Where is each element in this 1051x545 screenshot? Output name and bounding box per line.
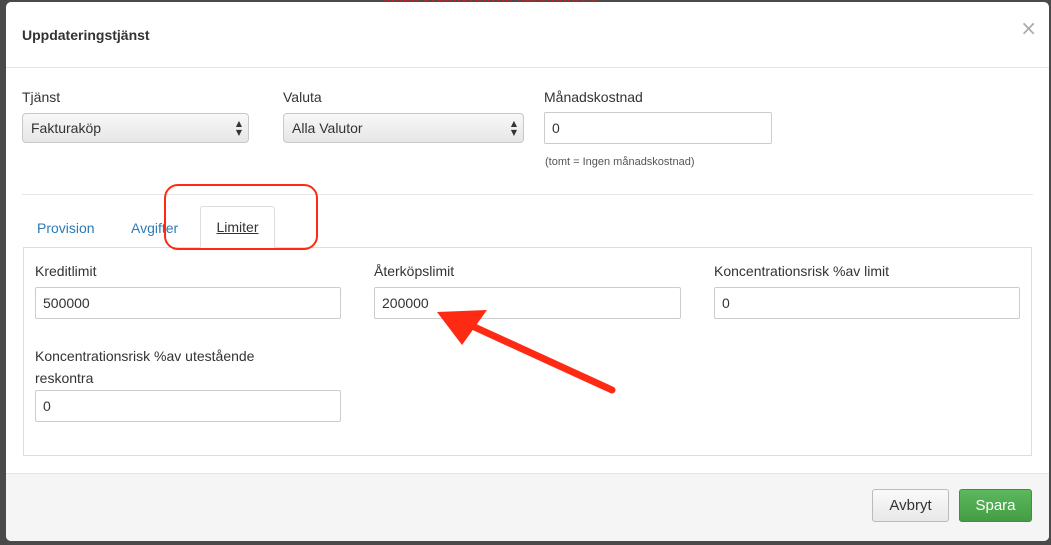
- buyback-limit-input[interactable]: 200000: [374, 287, 681, 319]
- currency-label: Valuta: [283, 89, 322, 105]
- cancel-button[interactable]: Avbryt: [872, 489, 949, 522]
- tab-avgifter[interactable]: Avgifter: [131, 220, 178, 236]
- concentration-outstanding-label-line2: reskontra: [35, 370, 94, 386]
- concentration-limit-input[interactable]: 0: [714, 287, 1020, 319]
- concentration-limit-label: Koncentrationsrisk %av limit: [714, 263, 890, 279]
- credit-limit-input[interactable]: 500000: [35, 287, 341, 319]
- sort-arrows-icon: ▲ ▼: [510, 119, 517, 137]
- tab-limiter[interactable]: Limiter: [200, 206, 275, 248]
- concentration-outstanding-label: Koncentrationsrisk %av utestående reskon…: [35, 345, 254, 389]
- sort-arrows-icon: ▲ ▼: [235, 119, 242, 137]
- modal-title: Uppdateringstjänst: [22, 27, 150, 43]
- service-select[interactable]: Fakturaköp ▲ ▼: [22, 113, 249, 143]
- modal-header: Uppdateringstjänst ×: [6, 2, 1049, 68]
- close-icon[interactable]: ×: [1020, 18, 1037, 38]
- credit-limit-label: Kreditlimit: [35, 263, 97, 279]
- concentration-outstanding-input[interactable]: 0: [35, 390, 341, 422]
- service-select-value: Fakturaköp: [31, 120, 102, 136]
- monthly-cost-input[interactable]: 0: [544, 112, 772, 144]
- service-label: Tjänst: [22, 89, 61, 105]
- save-button[interactable]: Spara: [959, 489, 1032, 522]
- currency-select[interactable]: Alla Valutor ▲ ▼: [283, 113, 524, 143]
- monthly-cost-label: Månadskostnad: [544, 89, 643, 105]
- concentration-outstanding-label-line1: Koncentrationsrisk %av utestående: [35, 348, 255, 364]
- buyback-limit-label: Återköpslimit: [374, 263, 455, 279]
- update-service-modal: Uppdateringstjänst × Tjänst Fakturaköp ▲…: [6, 2, 1049, 541]
- monthly-cost-help: (tomt = Ingen månadskostnad): [545, 156, 695, 168]
- divider: [22, 194, 1033, 195]
- currency-select-value: Alla Valutor: [292, 120, 363, 136]
- tab-provision[interactable]: Provision: [37, 220, 95, 236]
